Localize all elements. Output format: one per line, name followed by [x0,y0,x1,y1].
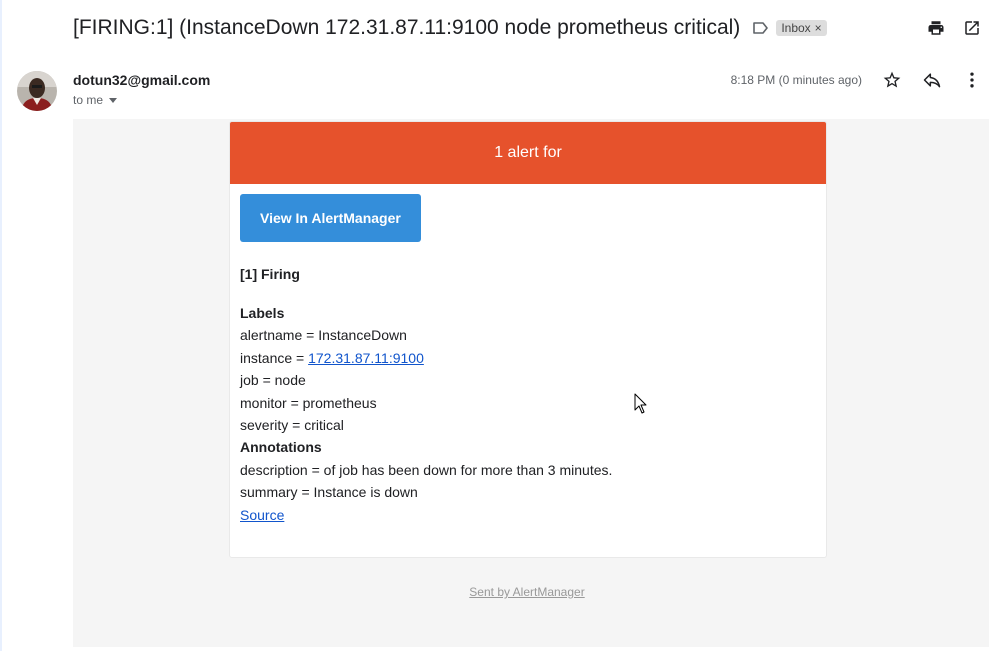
label-instance: instance = 172.31.87.11:9100 [240,347,816,369]
message-timestamp: 8:18 PM (0 minutes ago) [730,73,862,87]
message-actions [881,69,983,91]
annotation-description: description = of job has been down for m… [240,461,613,478]
labels-title: Labels [240,305,285,321]
label-severity: severity = critical [240,417,344,434]
inbox-label-chip[interactable]: Inbox × [776,20,827,36]
annotation-summary: summary = Instance is down [240,484,418,501]
email-subject: [FIRING:1] (InstanceDown 172.31.87.11:91… [73,16,741,39]
annotations-title: Annotations [240,439,322,456]
thread-actions [925,17,983,39]
inbox-chip-label: Inbox [781,21,811,35]
alert-card: 1 alert for View In AlertManager [1] Fir… [229,121,827,558]
label-job: job = node [240,372,306,389]
left-edge-strip [0,0,2,651]
firing-title: [1] Firing [240,266,300,282]
more-vertical-icon[interactable] [961,69,983,91]
label-monitor: monitor = prometheus [240,394,377,411]
recipient-line[interactable]: to me [73,93,118,107]
label-arrow-icon[interactable] [752,19,770,37]
view-in-alertmanager-button[interactable]: View In AlertManager [240,194,421,242]
star-icon[interactable] [881,69,903,91]
mouse-pointer-icon [634,393,648,420]
label-alertname: alertname = InstanceDown [240,327,407,344]
recipient-label: to me [73,93,104,107]
source-link[interactable]: Source [240,507,284,523]
sent-by-alertmanager-link[interactable]: Sent by AlertManager [73,585,981,599]
source-line: Source [240,504,816,526]
sender-avatar[interactable] [17,71,57,111]
label-instance-prefix: instance = [240,349,309,366]
reply-icon[interactable] [921,69,943,91]
instance-link[interactable]: 172.31.87.11:9100 [308,350,424,366]
email-body: 1 alert for View In AlertManager [1] Fir… [73,119,989,647]
printer-icon[interactable] [925,17,947,39]
labels-section: Labels alertname = InstanceDown instance… [240,302,816,526]
open-in-new-window-icon[interactable] [961,17,983,39]
alert-content: View In AlertManager [1] Firing Labels a… [230,184,826,526]
sender-email[interactable]: dotun32@gmail.com [73,72,210,88]
alert-header: 1 alert for [230,122,826,184]
chip-close-icon[interactable]: × [815,21,822,35]
chevron-down-icon[interactable] [109,98,118,103]
alert-header-text: 1 alert for [494,144,562,161]
subject-row: [FIRING:1] (InstanceDown 172.31.87.11:91… [73,12,827,44]
